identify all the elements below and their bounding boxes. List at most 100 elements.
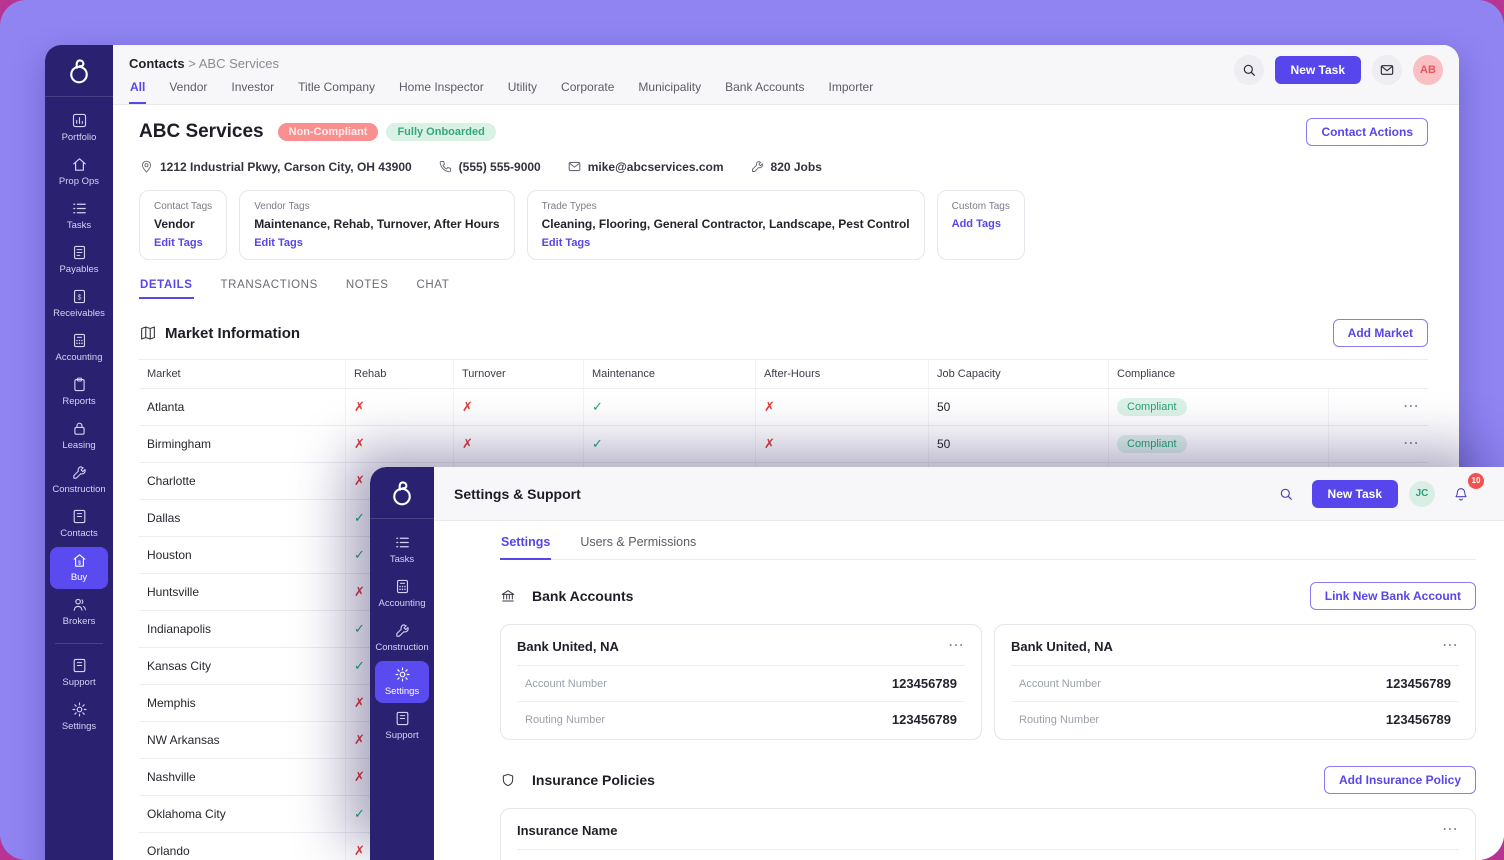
settings-content: SettingsUsers & Permissions Bank Account… — [434, 521, 1504, 860]
more-options-icon[interactable]: ⋯ — [1403, 436, 1420, 452]
settings-tab[interactable]: Settings — [500, 533, 551, 560]
add-insurance-policy-button[interactable]: Add Insurance Policy — [1324, 766, 1476, 794]
calc-icon — [71, 332, 88, 349]
clipboard-icon — [71, 376, 88, 393]
sidebar-item[interactable]: Reports — [50, 371, 108, 413]
table-row[interactable]: Atlanta ✗ ✗ ✓ ✗ 50 Compliant ⋯ — [139, 389, 1428, 426]
market-cell: Orlando — [139, 833, 345, 860]
tag-card-title: Trade Types — [542, 201, 910, 212]
app-logo[interactable] — [45, 45, 113, 97]
contact-filter-tab[interactable]: Bank Accounts — [724, 80, 805, 104]
contact-filter-tab[interactable]: Home Inspector — [398, 80, 485, 104]
market-section-title: Market Information — [165, 325, 300, 342]
sidebar-item[interactable]: Tasks — [50, 195, 108, 237]
tag-card-action-link[interactable]: Add Tags — [952, 218, 1010, 230]
search-button[interactable] — [1271, 479, 1301, 509]
sidebar-item[interactable]: Support — [50, 652, 108, 694]
more-options-icon[interactable]: ⋯ — [1442, 638, 1459, 654]
contact-filter-tab[interactable]: All — [129, 80, 146, 104]
table-row[interactable]: Birmingham ✗ ✗ ✓ ✗ 50 Compliant ⋯ — [139, 426, 1428, 463]
add-market-button[interactable]: Add Market — [1333, 319, 1428, 347]
contact-actions-button[interactable]: Contact Actions — [1306, 118, 1428, 146]
settings-window: Tasks Accounting Construction Settings S… — [370, 467, 1504, 860]
sidebar-item[interactable]: Settings — [50, 696, 108, 738]
sidebar-item[interactable]: Brokers — [50, 591, 108, 633]
market-cell: Charlotte — [139, 463, 345, 499]
detail-tab[interactable]: CHAT — [415, 279, 450, 299]
detail-tab[interactable]: NOTES — [345, 279, 390, 299]
contact-badges: Non-CompliantFully Onboarded — [278, 123, 496, 141]
sidebar-item[interactable]: Leasing — [50, 415, 108, 457]
overlay-page-title: Settings & Support — [454, 486, 581, 502]
tag-card-action-link[interactable]: Edit Tags — [542, 237, 910, 249]
sidebar-item[interactable]: Settings — [375, 661, 429, 703]
sidebar-item[interactable]: Receivables — [50, 283, 108, 325]
tag-card-action-link[interactable]: Edit Tags — [154, 237, 212, 249]
routing-number-label: Routing Number — [1019, 714, 1099, 726]
more-options-icon[interactable]: ⋯ — [948, 638, 965, 654]
main-nav-footer: Support Settings — [45, 652, 113, 740]
tag-card-title: Contact Tags — [154, 201, 212, 212]
routing-number-value: 123456789 — [1386, 712, 1451, 727]
compliance-badge: Compliant — [1117, 435, 1187, 453]
contact-filter-tab[interactable]: Municipality — [637, 80, 702, 104]
user-avatar[interactable]: AB — [1413, 55, 1443, 85]
contact-filter-tab[interactable]: Investor — [230, 80, 275, 104]
more-options-icon[interactable]: ⋯ — [1442, 822, 1459, 838]
mail-button[interactable] — [1372, 55, 1402, 85]
book-icon — [71, 508, 88, 525]
duck-logo-icon — [387, 478, 417, 508]
more-options-icon[interactable]: ⋯ — [1403, 399, 1420, 415]
settings-tab[interactable]: Users & Permissions — [579, 533, 697, 560]
insurance-field-row: Carrier State Farm — [517, 850, 971, 860]
market-cell: Kansas City — [139, 648, 345, 684]
contact-filter-tab[interactable]: Title Company — [297, 80, 376, 104]
book-icon — [71, 657, 88, 674]
page-title: ABC Services — [139, 121, 264, 143]
new-task-button[interactable]: New Task — [1312, 480, 1398, 508]
main-sidebar: Portfolio Prop Ops Tasks Payables Receiv… — [45, 45, 113, 860]
nav-divider — [55, 643, 103, 644]
user-avatar[interactable]: JC — [1409, 481, 1435, 507]
sidebar-item[interactable]: Accounting — [375, 573, 429, 615]
routing-number-value: 123456789 — [892, 712, 957, 727]
insurance-name: Insurance Name — [517, 823, 617, 838]
tag-card-action-link[interactable]: Edit Tags — [254, 237, 499, 249]
table-column-header: After-Hours — [755, 360, 928, 388]
app-backdrop: Portfolio Prop Ops Tasks Payables Receiv… — [0, 0, 1504, 860]
sidebar-item[interactable]: Portfolio — [50, 107, 108, 149]
sidebar-item[interactable]: Contacts — [50, 503, 108, 545]
rehab-mark: ✓ — [354, 806, 365, 822]
contact-filter-tab[interactable]: Vendor — [168, 80, 208, 104]
wrench-icon — [71, 464, 88, 481]
sidebar-item[interactable]: Payables — [50, 239, 108, 281]
contact-filter-tab[interactable]: Importer — [828, 80, 875, 104]
app-logo[interactable] — [370, 467, 434, 519]
sidebar-item-label: Construction — [375, 642, 428, 653]
sidebar-item[interactable]: Support — [375, 705, 429, 747]
main-header: Contacts > ABC Services AllVendorInvesto… — [113, 45, 1459, 105]
detail-tabs: DETAILS TRANSACTIONS NOTES CHAT — [139, 279, 1428, 299]
sidebar-item[interactable]: Accounting — [50, 327, 108, 369]
routing-number-row: Routing Number 123456789 — [517, 701, 965, 737]
rehab-mark: ✗ — [354, 695, 365, 711]
sidebar-item[interactable]: Construction — [50, 459, 108, 501]
sidebar-item[interactable]: Buy — [50, 547, 108, 589]
new-task-button[interactable]: New Task — [1275, 56, 1361, 84]
sidebar-item-label: Tasks — [390, 554, 414, 565]
contact-filter-tab[interactable]: Utility — [507, 80, 538, 104]
sidebar-item[interactable]: Prop Ops — [50, 151, 108, 193]
sidebar-item[interactable]: Tasks — [375, 529, 429, 571]
contact-filter-tab[interactable]: Corporate — [560, 80, 615, 104]
breadcrumb-parent[interactable]: Contacts — [129, 56, 185, 71]
market-cell: Atlanta — [139, 389, 345, 425]
breadcrumb-separator: > — [188, 56, 196, 71]
sidebar-item-label: Settings — [62, 721, 96, 732]
sidebar-item[interactable]: Construction — [375, 617, 429, 659]
detail-tab[interactable]: TRANSACTIONS — [220, 279, 319, 299]
detail-tab[interactable]: DETAILS — [139, 279, 194, 299]
market-cell: Oklahoma City — [139, 796, 345, 832]
link-new-bank-account-button[interactable]: Link New Bank Account — [1310, 582, 1476, 610]
search-button[interactable] — [1234, 55, 1264, 85]
contact-info-text: 820 Jobs — [771, 160, 822, 174]
